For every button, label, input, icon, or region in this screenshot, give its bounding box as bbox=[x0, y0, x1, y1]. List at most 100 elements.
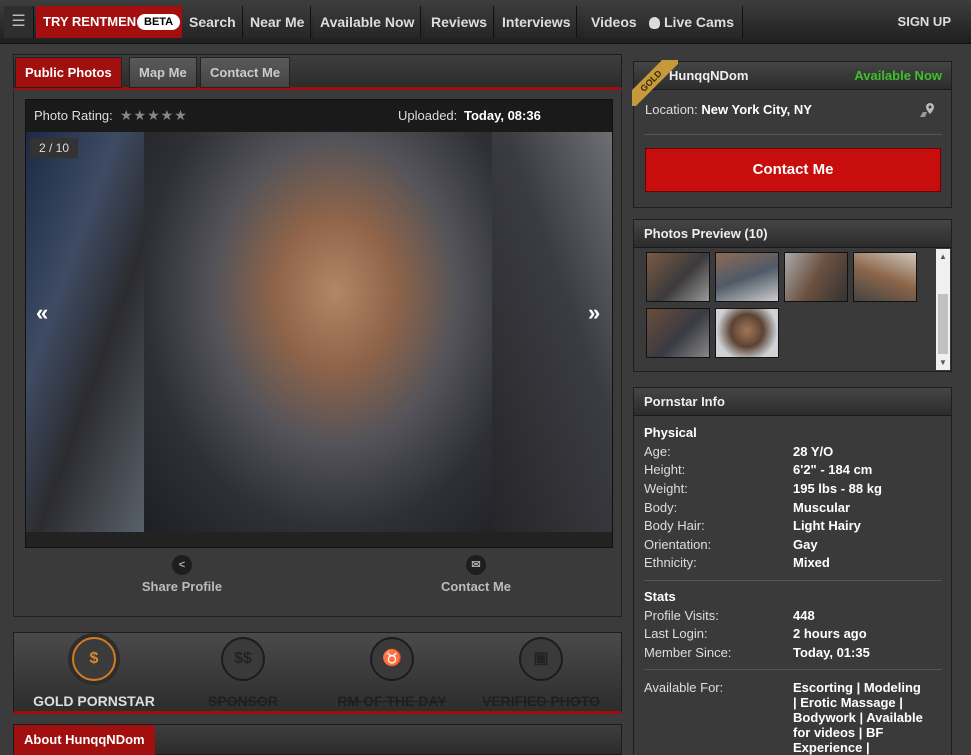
nav-videos[interactable]: Videos bbox=[585, 6, 644, 38]
sign-up-link[interactable]: SIGN UP bbox=[898, 6, 951, 38]
beta-badge: BETA bbox=[137, 14, 181, 30]
share-profile-button[interactable]: < Share Profile bbox=[132, 555, 232, 594]
tab-map-me[interactable]: Map Me bbox=[129, 57, 197, 88]
map-pin-icon[interactable] bbox=[919, 102, 937, 118]
available-line: Bodywork | Available bbox=[793, 710, 923, 725]
badge-label: SPONSOR bbox=[207, 693, 278, 709]
photos-preview-card: Photos Preview (10) ▲ ▼ bbox=[633, 219, 952, 372]
scrollbar-thumb[interactable] bbox=[938, 294, 948, 354]
available-line: | Erotic Massage | bbox=[793, 695, 903, 710]
thumbnail[interactable] bbox=[715, 308, 779, 358]
ethnicity-value: Mixed bbox=[793, 555, 830, 570]
next-photo-arrow[interactable]: » bbox=[588, 300, 600, 326]
member-since-value: Today, 01:35 bbox=[793, 645, 870, 660]
height-label: Height: bbox=[644, 462, 686, 477]
location-value: New York City, NY bbox=[701, 102, 812, 117]
thumbnail[interactable] bbox=[715, 252, 779, 302]
nav-reviews[interactable]: Reviews bbox=[425, 6, 495, 38]
preview-scrollbar[interactable]: ▲ ▼ bbox=[936, 249, 950, 370]
thumbnail[interactable] bbox=[784, 252, 848, 302]
last-login-value: 2 hours ago bbox=[793, 626, 867, 641]
body-hair-value: Light Hairy bbox=[793, 518, 861, 533]
contact-me-action[interactable]: ✉ Contact Me bbox=[426, 555, 526, 594]
stats-heading: Stats bbox=[644, 589, 676, 604]
cam-icon bbox=[649, 17, 660, 30]
photo-counter: 2 / 10 bbox=[30, 138, 78, 158]
menu-icon[interactable]: ☰ bbox=[4, 6, 34, 38]
photo-rating-label: Photo Rating: bbox=[34, 108, 113, 123]
profile-card: HunqqNDom Available Now GOLD Location: N… bbox=[632, 60, 952, 208]
badge-sponsor: $$ SPONSOR bbox=[168, 637, 318, 709]
thumbnail[interactable] bbox=[853, 252, 917, 302]
physical-heading: Physical bbox=[644, 425, 697, 440]
badge-label: VERIFIED PHOTO bbox=[482, 693, 600, 709]
available-for-label: Available For: bbox=[644, 680, 724, 695]
thumbnail[interactable] bbox=[646, 252, 710, 302]
uploaded-label: Uploaded: bbox=[398, 108, 458, 123]
scroll-down-icon[interactable]: ▼ bbox=[939, 358, 947, 367]
profile-visits-label: Profile Visits: bbox=[644, 608, 719, 623]
weight-label: Weight: bbox=[644, 481, 688, 496]
nav-interviews[interactable]: Interviews bbox=[496, 6, 578, 38]
nav-search[interactable]: Search bbox=[183, 6, 243, 38]
gold-medal-icon: $ bbox=[72, 637, 116, 681]
available-for-value: Escorting | Modeling | Erotic Massage | … bbox=[793, 680, 923, 755]
profile-header: HunqqNDom Available Now bbox=[634, 62, 951, 90]
bull-icon: ♉ bbox=[370, 637, 414, 681]
divider bbox=[644, 134, 942, 135]
body-value: Muscular bbox=[793, 500, 851, 515]
badge-rm-of-the-day: ♉ RM OF THE DAY bbox=[317, 637, 467, 709]
thumbnail[interactable] bbox=[646, 308, 710, 358]
pornstar-info-title: Pornstar Info bbox=[634, 388, 951, 416]
availability-status: Available Now bbox=[854, 68, 942, 83]
dollar-icon: $$ bbox=[221, 637, 265, 681]
tab-public-photos[interactable]: Public Photos bbox=[15, 57, 122, 88]
top-nav: ☰ TRY RENTMEN BETA Search Near Me Availa… bbox=[0, 0, 971, 44]
location-label: Location: bbox=[645, 102, 698, 117]
envelope-icon: ✉ bbox=[466, 555, 486, 575]
try-rentmen-button[interactable]: TRY RENTMEN BETA bbox=[36, 6, 182, 38]
about-section-header: About HunqqNDom bbox=[13, 724, 622, 755]
previous-photo-image bbox=[26, 132, 144, 532]
age-value: 28 Y/O bbox=[793, 444, 834, 459]
about-tab[interactable]: About HunqqNDom bbox=[14, 725, 155, 755]
last-login-label: Last Login: bbox=[644, 626, 708, 641]
ethnicity-label: Ethnicity: bbox=[644, 555, 697, 570]
orientation-value: Gay bbox=[793, 537, 818, 552]
available-line: for videos | BF bbox=[793, 725, 884, 740]
gold-ribbon-label: GOLD bbox=[632, 60, 678, 106]
contact-me-button[interactable]: Contact Me bbox=[645, 148, 941, 192]
gold-ribbon: GOLD bbox=[632, 60, 678, 106]
available-line: Experience | bbox=[793, 740, 870, 755]
viewer-header: Photo Rating: ★★★★★ Uploaded: Today, 08:… bbox=[26, 100, 612, 132]
member-since-label: Member Since: bbox=[644, 645, 732, 660]
badge-label: RM OF THE DAY bbox=[337, 693, 447, 709]
weight-value: 195 lbs - 88 kg bbox=[793, 481, 882, 496]
nav-live-cams[interactable]: Live Cams bbox=[643, 6, 743, 38]
prev-photo-arrow[interactable]: « bbox=[36, 300, 48, 326]
badge-verified-photo: ▣ VERIFIED PHOTO bbox=[466, 637, 616, 709]
tab-contact-me[interactable]: Contact Me bbox=[200, 57, 291, 88]
badges-bar: $ GOLD PORNSTAR $$ SPONSOR ♉ RM OF THE D… bbox=[13, 632, 622, 714]
divider bbox=[644, 580, 942, 581]
contact-me-action-label: Contact Me bbox=[440, 579, 512, 594]
share-profile-label: Share Profile bbox=[141, 579, 223, 594]
location: Location: New York City, NY bbox=[645, 102, 812, 117]
nav-live-cams-label: Live Cams bbox=[664, 14, 735, 30]
body-hair-label: Body Hair: bbox=[644, 518, 705, 533]
age-label: Age: bbox=[644, 444, 671, 459]
pornstar-info-card: Pornstar Info Physical Age: 28 Y/O Heigh… bbox=[633, 387, 952, 755]
nav-available-now[interactable]: Available Now bbox=[314, 6, 422, 38]
divider bbox=[644, 669, 942, 670]
rating-stars[interactable]: ★★★★★ bbox=[120, 107, 188, 124]
camera-icon: ▣ bbox=[519, 637, 563, 681]
badge-gold-pornstar: $ GOLD PORNSTAR bbox=[19, 637, 169, 709]
photos-preview-title: Photos Preview (10) bbox=[634, 220, 951, 248]
main-photo bbox=[144, 132, 492, 532]
nav-near-me[interactable]: Near Me bbox=[244, 6, 312, 38]
photo-panel: Photo Rating: ★★★★★ Uploaded: Today, 08:… bbox=[13, 91, 622, 617]
scroll-up-icon[interactable]: ▲ bbox=[939, 252, 947, 261]
share-icon: < bbox=[172, 555, 192, 575]
badge-label: GOLD PORNSTAR bbox=[33, 693, 155, 709]
orientation-label: Orientation: bbox=[644, 537, 712, 552]
